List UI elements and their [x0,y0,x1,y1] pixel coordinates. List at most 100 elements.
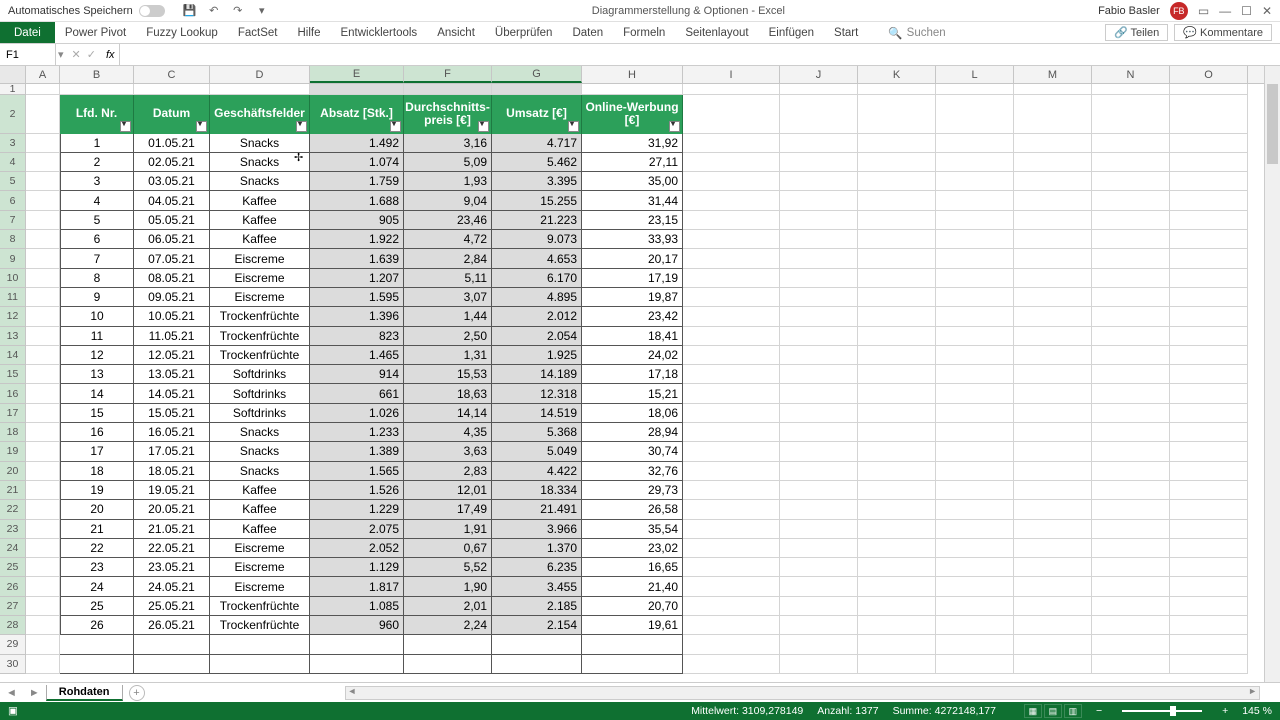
row-header[interactable]: 9 [0,249,26,268]
cell[interactable] [936,404,1014,423]
cell[interactable] [683,539,780,558]
zoom-in-button[interactable]: + [1222,705,1228,717]
add-sheet-button[interactable]: + [129,685,145,701]
cell[interactable] [1092,500,1170,519]
cell[interactable]: 19 [60,481,134,500]
cell[interactable] [858,520,936,539]
cell[interactable] [936,95,1014,134]
qat-customize-icon[interactable]: ▾ [255,4,269,18]
cell[interactable]: 4,35 [404,423,492,442]
cell[interactable] [1014,558,1092,577]
cell[interactable]: 18 [60,462,134,481]
cell[interactable]: 04.05.21 [134,191,210,210]
cell[interactable] [683,423,780,442]
cell[interactable]: 15.05.21 [134,404,210,423]
cell[interactable]: 5,09 [404,153,492,172]
cell[interactable]: 3,16 [404,134,492,153]
cell[interactable]: 9 [60,288,134,307]
cell[interactable] [936,597,1014,616]
cell[interactable] [210,655,310,674]
col-header-G[interactable]: G [492,66,582,83]
avatar[interactable]: FB [1170,2,1188,20]
row-header[interactable]: 20 [0,462,26,481]
cell[interactable]: 23.05.21 [134,558,210,577]
share-button[interactable]: 🔗 Teilen [1105,24,1168,41]
cell[interactable] [1014,404,1092,423]
cell[interactable] [780,95,858,134]
cell[interactable] [780,153,858,172]
cell[interactable] [780,288,858,307]
cell[interactable] [936,230,1014,249]
cell[interactable] [1170,558,1248,577]
cell[interactable] [936,134,1014,153]
cell[interactable]: 08.05.21 [134,269,210,288]
view-pagebreak-icon[interactable]: ▥ [1064,704,1082,718]
cell[interactable]: 06.05.21 [134,230,210,249]
filter-dropdown-icon[interactable] [478,121,489,132]
cell[interactable]: Softdrinks [210,384,310,403]
cell[interactable] [1170,481,1248,500]
cell[interactable] [26,134,60,153]
cell[interactable]: 14.189 [492,365,582,384]
cell[interactable]: 31,92 [582,134,683,153]
col-header-C[interactable]: C [134,66,210,83]
col-header-H[interactable]: H [582,66,683,83]
cell[interactable]: 09.05.21 [134,288,210,307]
redo-icon[interactable]: ↷ [231,4,245,18]
cell[interactable] [858,423,936,442]
col-header-I[interactable]: I [683,66,780,83]
cell[interactable] [134,655,210,674]
cell[interactable] [1014,95,1092,134]
cell[interactable] [780,404,858,423]
spreadsheet-grid[interactable]: ABCDEFGHIJKLMNO 12Lfd. Nr.DatumGeschäfts… [0,66,1280,682]
cell[interactable] [936,616,1014,635]
cell[interactable] [1092,172,1170,191]
cell[interactable] [26,211,60,230]
cell[interactable] [492,655,582,674]
cell[interactable] [310,635,404,654]
cell[interactable]: 2.012 [492,307,582,326]
cell[interactable]: 16,65 [582,558,683,577]
cell[interactable]: 2 [60,153,134,172]
tab-daten[interactable]: Daten [562,22,613,43]
cell[interactable]: 16.05.21 [134,423,210,442]
cell[interactable] [1092,404,1170,423]
cell[interactable]: 14.519 [492,404,582,423]
cell[interactable] [780,230,858,249]
accept-formula-icon[interactable]: ✓ [87,48,96,61]
cell[interactable]: 4.895 [492,288,582,307]
cell[interactable]: 18.334 [492,481,582,500]
cell[interactable] [1170,462,1248,481]
cell[interactable]: Trockenfrüchte [210,346,310,365]
cell[interactable]: 13 [60,365,134,384]
cell[interactable] [780,597,858,616]
row-header[interactable]: 24 [0,539,26,558]
cell[interactable] [1014,500,1092,519]
cell[interactable] [492,635,582,654]
col-header-M[interactable]: M [1014,66,1092,83]
cell[interactable]: 3 [60,172,134,191]
cell[interactable]: Softdrinks [210,365,310,384]
cell[interactable] [858,616,936,635]
cell[interactable] [1170,577,1248,596]
cell[interactable]: 2,01 [404,597,492,616]
cell[interactable] [858,558,936,577]
cell[interactable] [1014,346,1092,365]
cell[interactable] [780,365,858,384]
cell[interactable] [1170,616,1248,635]
cell[interactable] [936,269,1014,288]
cell[interactable]: 3,63 [404,442,492,461]
cell[interactable] [26,172,60,191]
cell[interactable]: 905 [310,211,404,230]
fx-icon[interactable]: fx [102,44,120,65]
cell[interactable] [1014,577,1092,596]
cell[interactable] [936,288,1014,307]
cell[interactable] [1014,384,1092,403]
cell[interactable] [936,423,1014,442]
tab-factset[interactable]: FactSet [228,22,288,43]
cell[interactable] [936,365,1014,384]
cell[interactable]: 24,02 [582,346,683,365]
cell[interactable] [683,191,780,210]
cell[interactable] [936,172,1014,191]
cell[interactable] [1014,462,1092,481]
